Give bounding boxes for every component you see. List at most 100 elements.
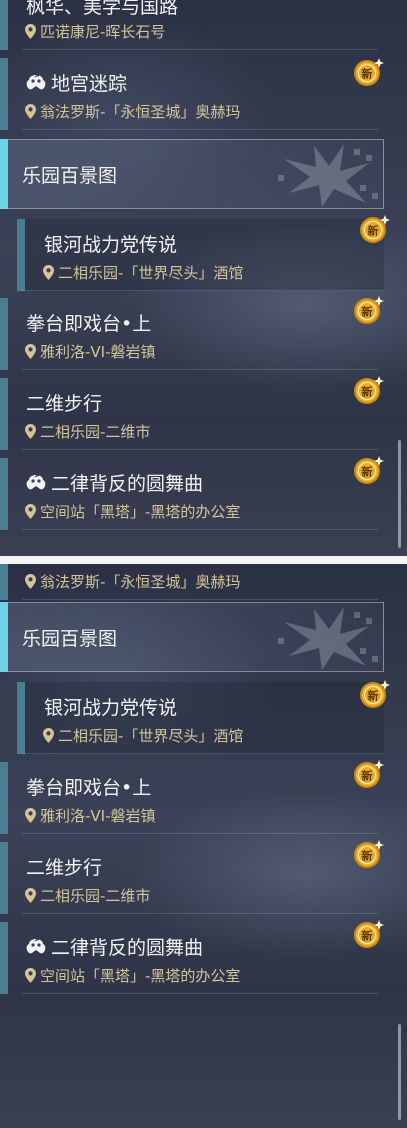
quest-card[interactable]: 拳台即戏台•上 雅利洛-VI-磐岩镇 [0, 298, 378, 370]
quest-location: 二相乐园-「世界尽头」酒馆 [43, 262, 243, 283]
quest-card-partial[interactable]: 枫华、美学与国路 匹诺康尼-晖长石号 [0, 0, 378, 50]
quest-card[interactable]: 二律背反的圆舞曲 空间站「黑塔」-黑塔的办公室 [0, 458, 378, 530]
new-badge-icon: 新 [358, 678, 390, 710]
quest-location: 翁法罗斯-「永恒圣城」奥赫玛 [25, 571, 240, 592]
quest-title: 拳台即戏台•上 [26, 777, 152, 799]
quest-location: 翁法罗斯-「永恒圣城」奥赫玛 [25, 101, 240, 122]
quest-location-text: 匹诺康尼-晖长石号 [40, 23, 166, 41]
card-divider [22, 529, 378, 530]
quest-location: 空间站「黑塔」-黑塔的办公室 [25, 501, 240, 522]
quest-title: 银河战力党传说 [44, 697, 178, 719]
map-pin-icon [43, 728, 54, 743]
quest-location-text: 二相乐园-二维市 [40, 887, 151, 905]
quest-title: 银河战力党传说 [44, 234, 178, 256]
new-badge-icon: 新 [352, 758, 384, 790]
quest-list-panel-bottom: 翁法罗斯-「永恒圣城」奥赫玛 乐园百景图 银河战力党传说 二相乐园-「世界尽头」… [0, 564, 407, 1128]
category-accent-bar [0, 602, 8, 672]
map-pin-icon [43, 265, 54, 280]
quest-location: 二相乐园-二维市 [25, 421, 150, 442]
quest-title-text: 二律背反的圆舞曲 [51, 937, 204, 959]
map-pin-icon [25, 424, 36, 439]
map-pin-icon [25, 24, 36, 39]
card-divider [22, 449, 378, 450]
quest-card-labyrinth[interactable]: 地宫迷踪 翁法罗斯-「永恒圣城」奥赫玛 [0, 58, 378, 130]
new-badge-icon: 新 [352, 56, 384, 88]
quest-location: 二相乐园-二维市 [25, 885, 150, 906]
quest-title-text: 地宫迷踪 [51, 73, 128, 95]
quest-title-text: 二律背反的圆舞曲 [51, 473, 204, 495]
quest-card[interactable]: 拳台即戏台•上 雅利洛-VI-磐岩镇 [0, 762, 378, 834]
category-title: 乐园百景图 [22, 165, 118, 187]
card-divider [22, 599, 378, 600]
card-divider [22, 49, 378, 50]
quest-location-text: 二相乐园-「世界尽头」酒馆 [58, 264, 244, 282]
quest-location-text: 雅利洛-VI-磐岩镇 [40, 807, 156, 825]
quest-card[interactable]: 二律背反的圆舞曲 空间站「黑塔」-黑塔的办公室 [0, 922, 378, 994]
quest-location: 雅利洛-VI-磐岩镇 [25, 341, 156, 362]
map-pin-icon [25, 344, 36, 359]
svg-text:新: 新 [362, 305, 373, 319]
new-badge-icon: 新 [352, 294, 384, 326]
map-pin-icon [25, 968, 36, 983]
quest-card[interactable]: 二维步行 二相乐园-二维市 [0, 378, 378, 450]
quest-location-text: 二相乐园-「世界尽头」酒馆 [58, 727, 244, 745]
card-divider [22, 993, 378, 994]
screenshot-separator [0, 556, 407, 564]
new-badge-icon: 新 [358, 213, 390, 245]
quest-title: 二维步行 [26, 393, 103, 415]
card-accent-bar [0, 842, 8, 914]
game-controller-icon [26, 74, 46, 92]
quest-title: 地宫迷踪 [26, 69, 127, 96]
svg-text:新: 新 [368, 689, 379, 703]
card-accent-bar [17, 219, 25, 291]
new-badge-icon: 新 [352, 918, 384, 950]
quest-title: 枫华、美学与国路 [26, 0, 179, 18]
quest-title: 二维步行 [26, 857, 103, 879]
map-pin-icon [25, 104, 36, 119]
scrollbar-thumb[interactable] [398, 1024, 401, 1120]
card-divider [22, 833, 378, 834]
quest-card[interactable]: 银河战力党传说 二相乐园-「世界尽头」酒馆 [17, 682, 384, 754]
quest-card[interactable]: 银河战力党传说 二相乐园-「世界尽头」酒馆 [17, 219, 384, 291]
quest-location-text: 翁法罗斯-「永恒圣城」奥赫玛 [40, 573, 241, 591]
card-divider [22, 369, 378, 370]
card-accent-bar [0, 298, 8, 370]
card-divider [22, 913, 378, 914]
quest-list-panel-top: 枫华、美学与国路 匹诺康尼-晖长石号 地宫迷踪 翁法罗斯-「永恒圣城」奥赫玛 新… [0, 0, 407, 556]
card-divider [22, 753, 384, 754]
svg-text:新: 新 [362, 929, 373, 943]
card-accent-bar [0, 458, 8, 530]
category-accent-bar [0, 139, 8, 209]
quest-title: 二律背反的圆舞曲 [26, 933, 203, 960]
quest-location: 二相乐园-「世界尽头」酒馆 [43, 725, 243, 746]
quest-location-text: 空间站「黑塔」-黑塔的办公室 [40, 967, 241, 985]
svg-text:新: 新 [362, 385, 373, 399]
quest-title: 二律背反的圆舞曲 [26, 469, 203, 496]
quest-location-text: 二相乐园-二维市 [40, 423, 151, 441]
quest-location: 雅利洛-VI-磐岩镇 [25, 805, 156, 826]
new-badge-icon: 新 [352, 454, 384, 486]
game-controller-icon [26, 474, 46, 492]
game-controller-icon [26, 938, 46, 956]
scrollbar-thumb[interactable] [398, 440, 401, 548]
category-title: 乐园百景图 [22, 628, 118, 650]
quest-card-partial[interactable]: 翁法罗斯-「永恒圣城」奥赫玛 [0, 564, 378, 600]
category-header[interactable]: 乐园百景图 [0, 139, 384, 209]
map-pin-icon [25, 888, 36, 903]
card-accent-bar [0, 0, 8, 50]
map-pin-icon [25, 574, 36, 589]
quest-location: 匹诺康尼-晖长石号 [25, 21, 165, 42]
card-accent-bar [0, 564, 8, 600]
svg-text:新: 新 [362, 465, 373, 479]
category-emblem-icon [274, 141, 384, 207]
category-emblem-icon [274, 604, 384, 670]
quest-location-text: 空间站「黑塔」-黑塔的办公室 [40, 503, 241, 521]
quest-card[interactable]: 二维步行 二相乐园-二维市 [0, 842, 378, 914]
map-pin-icon [25, 504, 36, 519]
category-header[interactable]: 乐园百景图 [0, 602, 384, 672]
card-divider [22, 129, 378, 130]
svg-text:新: 新 [362, 849, 373, 863]
card-accent-bar [0, 58, 8, 130]
quest-location-text: 雅利洛-VI-磐岩镇 [40, 343, 156, 361]
card-accent-bar [0, 762, 8, 834]
